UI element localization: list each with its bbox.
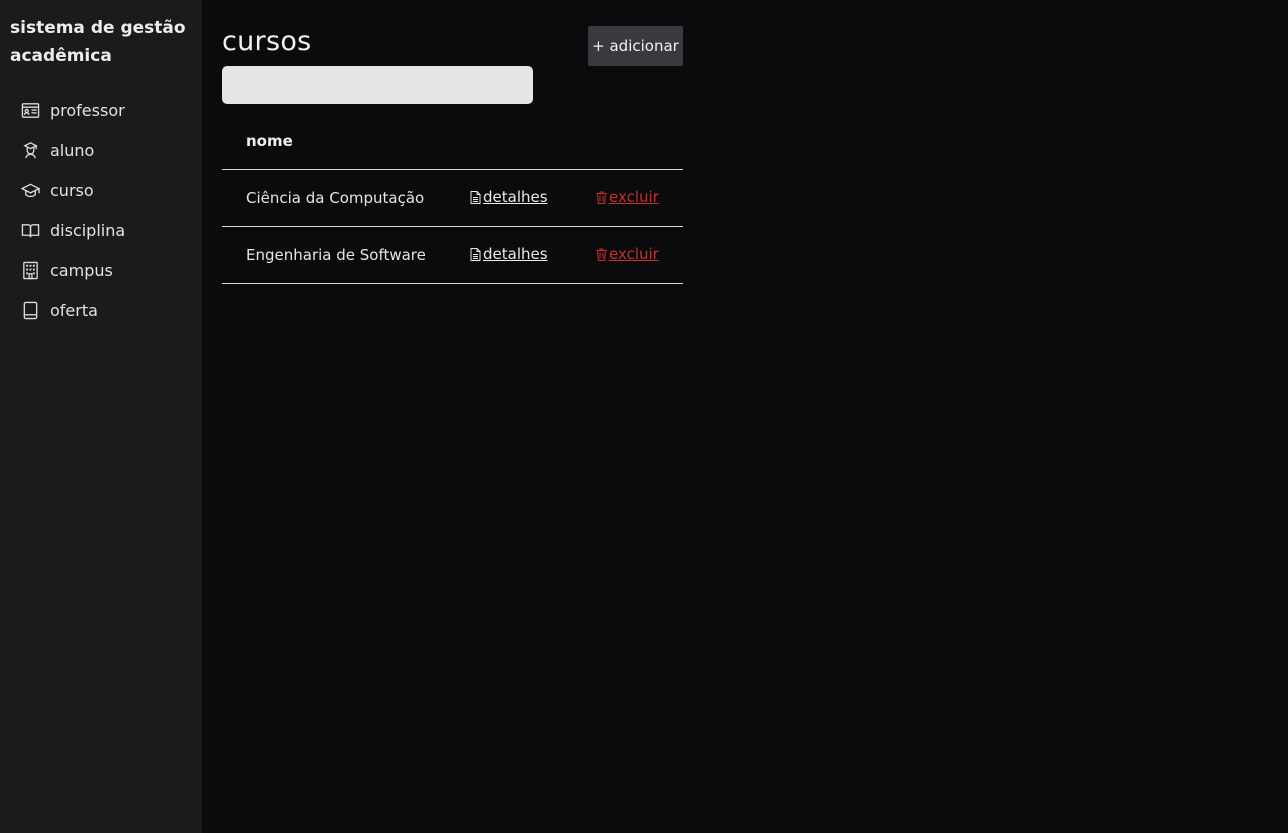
sidebar-item-label: campus bbox=[50, 260, 113, 280]
graduation-cap-icon bbox=[20, 180, 40, 200]
column-header-empty bbox=[596, 113, 683, 170]
sidebar-item-label: professor bbox=[50, 100, 125, 120]
delete-label: excluir bbox=[609, 245, 659, 264]
delete-link[interactable]: excluir bbox=[596, 245, 659, 263]
sidebar-item-label: disciplina bbox=[50, 220, 126, 240]
sidebar-item-professor[interactable]: professor bbox=[10, 90, 202, 130]
sidebar-item-disciplina[interactable]: disciplina bbox=[10, 210, 202, 250]
sidebar-item-aluno[interactable]: aluno bbox=[10, 130, 202, 170]
sidebar-item-oferta[interactable]: oferta bbox=[10, 290, 202, 330]
sidebar-item-curso[interactable]: curso bbox=[10, 170, 202, 210]
delete-label: excluir bbox=[609, 188, 659, 207]
open-book-icon bbox=[20, 220, 40, 240]
table-row: Ciência da Computação detalhes excluir bbox=[222, 169, 683, 227]
details-label: detalhes bbox=[483, 188, 548, 207]
building-icon bbox=[20, 260, 40, 280]
id-card-icon bbox=[20, 100, 40, 120]
app-title: sistema de gestão acadêmica bbox=[10, 18, 186, 66]
sidebar-item-campus[interactable]: campus bbox=[10, 250, 202, 290]
column-header-empty bbox=[470, 113, 596, 170]
column-header-nome: nome bbox=[222, 113, 470, 170]
details-label: detalhes bbox=[483, 245, 548, 264]
book-icon bbox=[20, 300, 40, 320]
add-button[interactable]: + adicionar bbox=[588, 26, 683, 66]
details-link[interactable]: detalhes bbox=[470, 188, 548, 206]
trash-icon bbox=[596, 248, 607, 261]
student-icon bbox=[20, 140, 40, 160]
sidebar-nav: professor aluno curso disciplina campus … bbox=[10, 90, 202, 330]
courses-table: nome Ciência da Computação detalhes excl… bbox=[222, 113, 683, 284]
details-link[interactable]: detalhes bbox=[470, 245, 548, 263]
document-icon bbox=[470, 247, 481, 261]
sidebar-item-label: curso bbox=[50, 180, 94, 200]
delete-link[interactable]: excluir bbox=[596, 188, 659, 206]
sidebar: sistema de gestão acadêmica professor al… bbox=[0, 0, 202, 833]
page-title: cursos bbox=[222, 26, 312, 57]
main-content: cursos + adicionar nome Ciência da Compu… bbox=[202, 0, 1288, 833]
document-icon bbox=[470, 190, 481, 204]
app-root: sistema de gestão acadêmica professor al… bbox=[0, 0, 1288, 833]
table-row: Engenharia de Software detalhes excluir bbox=[222, 226, 683, 284]
search-input[interactable] bbox=[222, 66, 533, 104]
course-name: Engenharia de Software bbox=[222, 226, 470, 284]
sidebar-item-label: oferta bbox=[50, 300, 98, 320]
sidebar-item-label: aluno bbox=[50, 140, 95, 160]
trash-icon bbox=[596, 191, 607, 204]
course-name: Ciência da Computação bbox=[222, 169, 470, 227]
table-header-row: nome bbox=[222, 113, 683, 170]
